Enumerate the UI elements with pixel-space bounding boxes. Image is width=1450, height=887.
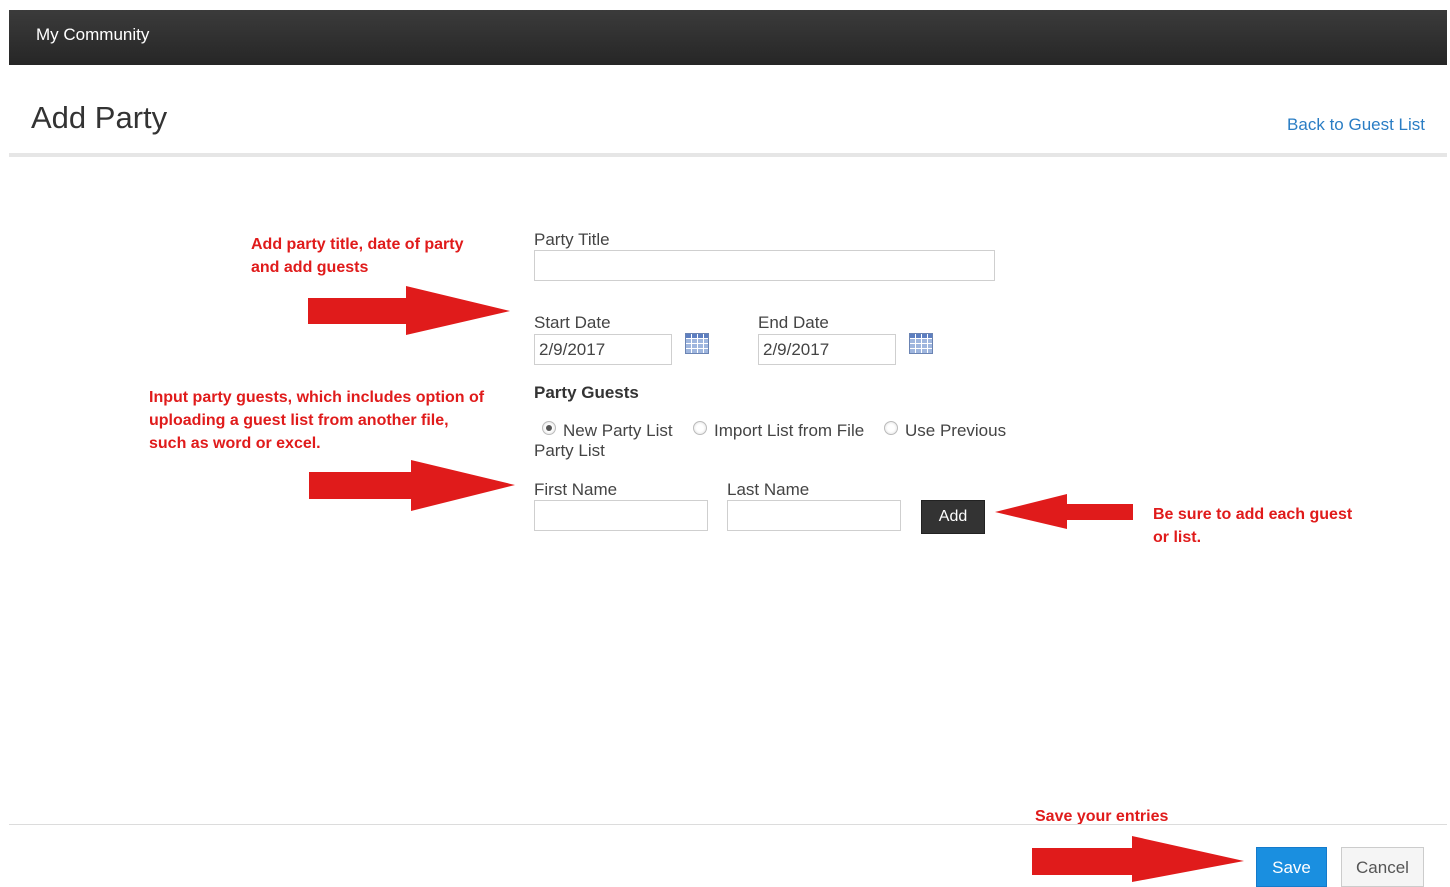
top-nav-bar: My Community [9,10,1447,65]
annotation-line: Add party title, date of party [251,236,464,253]
radio-import-list-label[interactable]: Import List from File [714,421,864,441]
annotation-line: and add guests [251,259,369,276]
radio-import-list[interactable] [693,421,707,435]
cancel-button[interactable]: Cancel [1341,847,1424,887]
annotation-party-title: Add party title, date of party and add g… [251,233,463,279]
annotation-add-guest: Be sure to add each guest or list. [1153,503,1352,549]
start-date-input[interactable] [534,334,672,365]
footer-divider [9,824,1447,825]
annotation-line: Input party guests, which includes optio… [149,389,485,406]
annotation-line: or list. [1153,529,1202,546]
party-guests-heading: Party Guests [534,383,639,402]
annotation-party-guests: Input party guests, which includes optio… [149,386,484,455]
last-name-label: Last Name [727,480,810,499]
radio-new-party-list-label[interactable]: New Party List [563,421,673,441]
radio-new-party-list[interactable] [542,421,556,435]
annotation-line: uploading a guest list from another file… [149,412,449,429]
end-date-input[interactable] [758,334,896,365]
radio-use-previous-label-wrap[interactable]: Party List [534,441,605,461]
start-date-label: Start Date [534,313,611,332]
last-name-input[interactable] [727,500,901,531]
first-name-input[interactable] [534,500,708,531]
back-to-guest-list-link[interactable]: Back to Guest List [1287,115,1425,135]
party-title-input[interactable] [534,250,995,281]
party-title-label: Party Title [534,230,610,249]
annotation-line: such as word or excel. [149,435,321,452]
page-title: Add Party [31,100,168,135]
app-title[interactable]: My Community [36,25,149,45]
radio-use-previous-label[interactable]: Use Previous [905,421,1006,441]
add-guest-button[interactable]: Add [921,500,985,534]
red-arrow-icon [309,460,515,511]
save-button[interactable]: Save [1256,847,1327,887]
calendar-icon[interactable] [909,333,933,354]
header-divider [9,153,1447,157]
red-arrow-icon [308,286,510,335]
first-name-label: First Name [534,480,618,499]
red-arrow-icon [995,494,1133,529]
calendar-icon[interactable] [685,333,709,354]
radio-use-previous[interactable] [884,421,898,435]
annotation-line: Be sure to add each guest [1153,506,1353,523]
red-arrow-icon [1032,836,1244,882]
end-date-label: End Date [758,313,829,332]
